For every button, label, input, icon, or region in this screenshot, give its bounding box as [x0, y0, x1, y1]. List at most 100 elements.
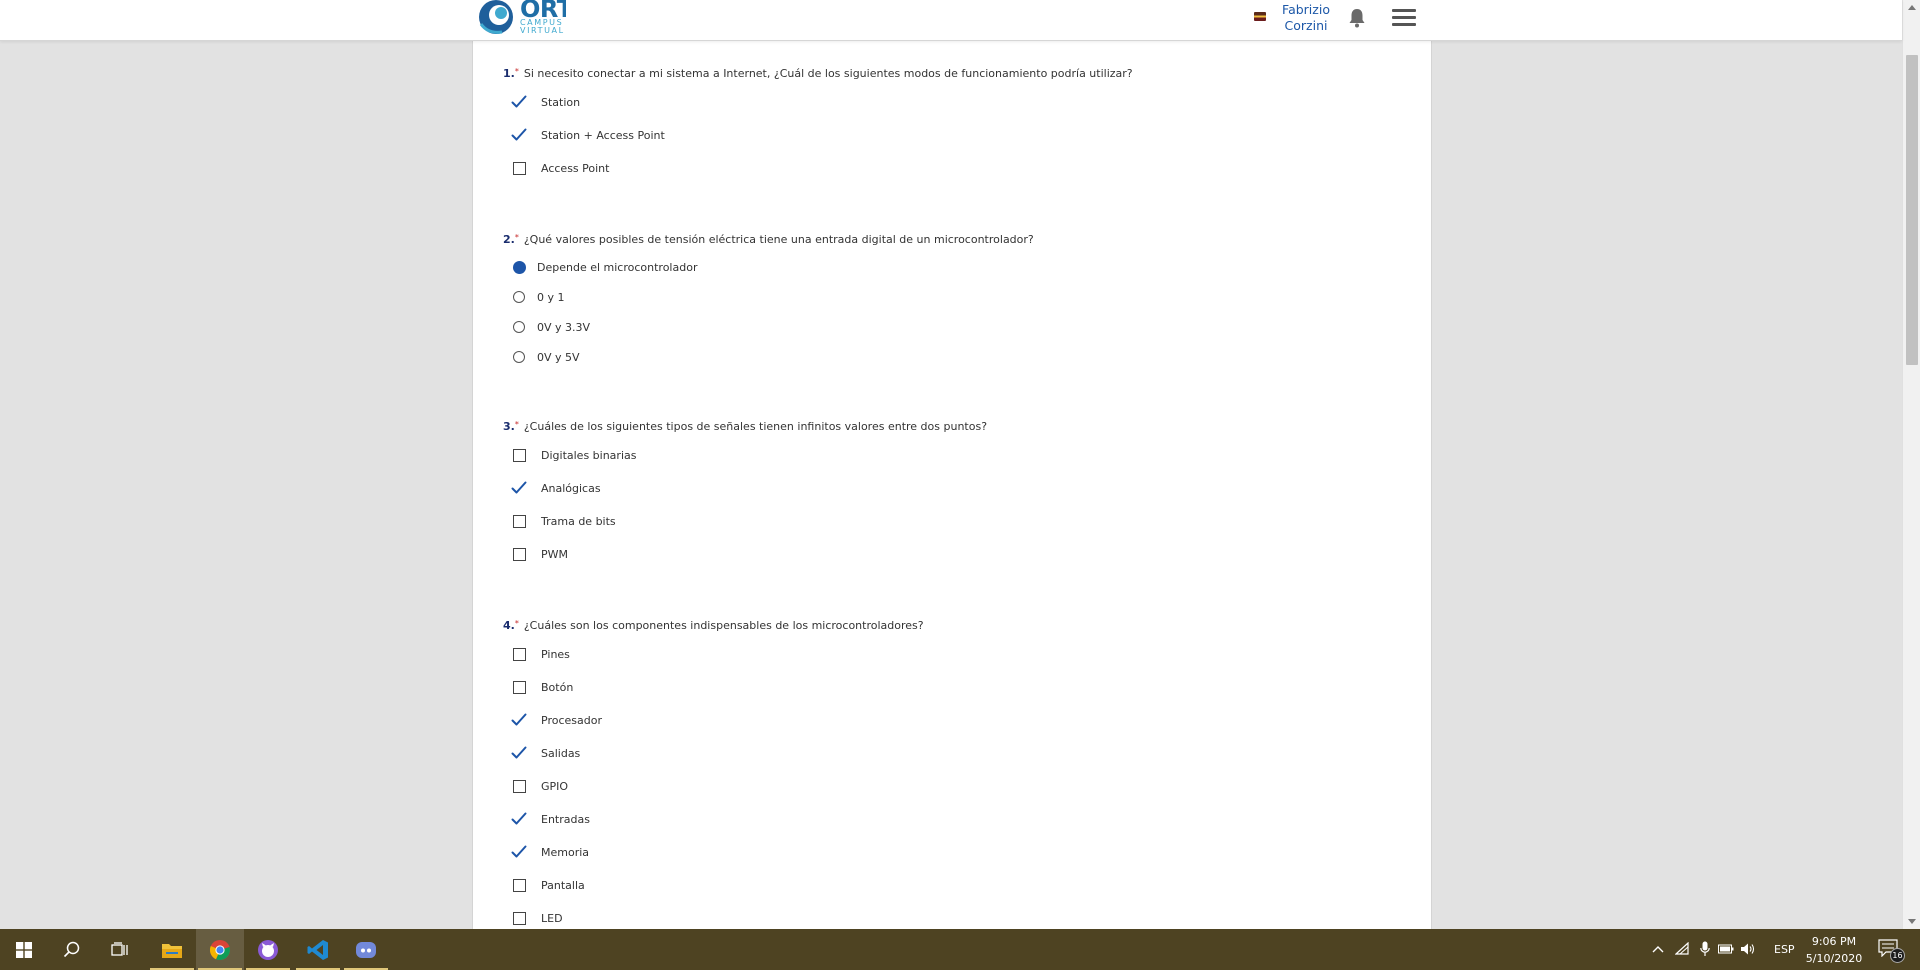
ort-campus-virtual-logo[interactable]: ORT CAMPUS VIRTUAL [476, 0, 566, 38]
battery-icon[interactable] [1718, 941, 1734, 957]
check-icon [511, 844, 527, 860]
checkbox-square [512, 448, 526, 462]
question-text: ¿Cuáles de los siguientes tipos de señal… [523, 420, 988, 433]
option-label: LED [541, 911, 563, 925]
radio-empty [511, 319, 527, 335]
scrollbar-thumb[interactable] [1906, 55, 1918, 365]
discord-icon[interactable] [342, 929, 390, 970]
option-label: PWM [541, 547, 569, 561]
q1-option-2[interactable]: Station + Access Point [511, 126, 665, 144]
check-icon [511, 811, 527, 827]
required-marker: * [514, 67, 519, 76]
checkbox-empty [511, 513, 527, 529]
option-label: Analógicas [541, 481, 601, 495]
flag-icon [1254, 12, 1266, 21]
q4-option-9[interactable]: LED [511, 909, 563, 927]
checkbox-empty [511, 447, 527, 463]
option-label: Pines [541, 647, 570, 661]
ort-swirl-icon [479, 0, 513, 34]
chevron-up-icon[interactable] [1650, 941, 1666, 957]
checkbox-square [512, 878, 526, 892]
check-icon [511, 712, 527, 728]
question-1-title: 1.* Si necesito conectar a mi sistema a I… [503, 67, 1133, 80]
q2-option-4[interactable]: 0V y 5V [511, 348, 580, 366]
q3-option-3[interactable]: Trama de bits [511, 512, 616, 530]
checkbox-empty [511, 160, 527, 176]
q4-option-3[interactable]: Procesador [511, 711, 602, 729]
user-first-name: Fabrizio [1282, 2, 1330, 17]
task-view-icon[interactable] [96, 929, 144, 970]
vscode-icon[interactable] [294, 929, 342, 970]
radio-empty [511, 289, 527, 305]
option-label: Access Point [541, 161, 610, 175]
bell-icon[interactable] [1347, 7, 1367, 29]
option-label: Procesador [541, 713, 602, 727]
check-icon [511, 480, 527, 496]
check-icon [511, 94, 527, 110]
q4-option-1[interactable]: Pines [511, 645, 570, 663]
question-3-title: 3.* ¿Cuáles de los siguientes tipos de se… [503, 420, 987, 433]
top-header: ORT CAMPUS VIRTUAL Fabrizio Corzini [0, 0, 1902, 41]
chrome-icon[interactable] [196, 929, 244, 970]
vertical-scrollbar[interactable] [1902, 0, 1920, 929]
check-icon [511, 745, 527, 761]
user-name-link[interactable]: Fabrizio Corzini [1276, 2, 1336, 34]
option-label: 0V y 3.3V [537, 320, 591, 334]
option-label: Pantalla [541, 878, 585, 892]
wifi-icon[interactable] [1675, 941, 1691, 957]
option-label: Digitales binarias [541, 448, 637, 462]
radio-selected [511, 259, 527, 275]
file-explorer-icon[interactable] [148, 929, 196, 970]
q2-option-1[interactable]: Depende el microcontrolador [511, 258, 697, 276]
question-2-title: 2.* ¿Qué valores posibles de tensión eléc… [503, 233, 1034, 246]
hamburger-menu-icon[interactable] [1392, 8, 1416, 28]
q4-option-7[interactable]: Memoria [511, 843, 589, 861]
notification-count-badge: 16 [1890, 948, 1905, 963]
question-text: ¿Cuáles son los componentes indispensabl… [523, 619, 924, 632]
check-icon [511, 127, 527, 143]
windows-taskbar: ESP 9:06 PM 5/10/2020 16 [0, 929, 1920, 970]
question-4-title: 4.* ¿Cuáles son los componentes indispens… [503, 619, 924, 632]
volume-icon[interactable] [1740, 941, 1756, 957]
checkbox-empty [511, 679, 527, 695]
checkbox-square [512, 161, 526, 175]
q2-option-3[interactable]: 0V y 3.3V [511, 318, 590, 336]
q2-option-2[interactable]: 0 y 1 [511, 288, 565, 306]
q3-option-1[interactable]: Digitales binarias [511, 446, 636, 464]
checkbox-square [512, 680, 526, 694]
q1-option-1[interactable]: Station [511, 93, 580, 111]
app-cat-icon[interactable] [244, 929, 292, 970]
scroll-up-arrow-icon[interactable] [1908, 5, 1916, 10]
scroll-down-arrow-icon[interactable] [1908, 919, 1916, 924]
checkbox-empty [511, 877, 527, 893]
q3-option-4[interactable]: PWM [511, 545, 568, 563]
checkbox-empty [511, 546, 527, 562]
radio-circle [513, 351, 525, 363]
q4-option-6[interactable]: Entradas [511, 810, 590, 828]
option-label: Trama de bits [541, 514, 616, 528]
q1-option-3[interactable]: Access Point [511, 159, 609, 177]
checkbox-square [512, 911, 526, 925]
clock-time: 9:06 PM [1811, 935, 1857, 948]
microphone-icon[interactable] [1697, 941, 1713, 957]
input-language-indicator[interactable]: ESP [1774, 943, 1795, 956]
checkbox-square [512, 647, 526, 661]
option-label: Botón [541, 680, 574, 694]
question-text: ¿Qué valores posibles de tensión eléctri… [523, 233, 1034, 246]
q4-option-8[interactable]: Pantalla [511, 876, 585, 894]
q4-option-4[interactable]: Salidas [511, 744, 580, 762]
radio-circle [513, 321, 525, 333]
option-label: Station [541, 95, 581, 109]
radio-dot-selected [512, 260, 526, 274]
windows-start-icon[interactable] [0, 929, 48, 970]
question-text: Si necesito conectar a mi sistema a Inte… [523, 67, 1133, 80]
option-label: Entradas [541, 812, 590, 826]
system-clock[interactable]: 9:06 PM 5/10/2020 [1796, 933, 1872, 967]
q4-option-5[interactable]: GPIO [511, 777, 568, 795]
question-number: 3. [503, 420, 515, 433]
checkbox-square [512, 514, 526, 528]
q4-option-2[interactable]: Botón [511, 678, 573, 696]
logo-subtitle-virtual: VIRTUAL [520, 26, 565, 35]
q3-option-2[interactable]: Analógicas [511, 479, 601, 497]
search-icon[interactable] [48, 929, 96, 970]
